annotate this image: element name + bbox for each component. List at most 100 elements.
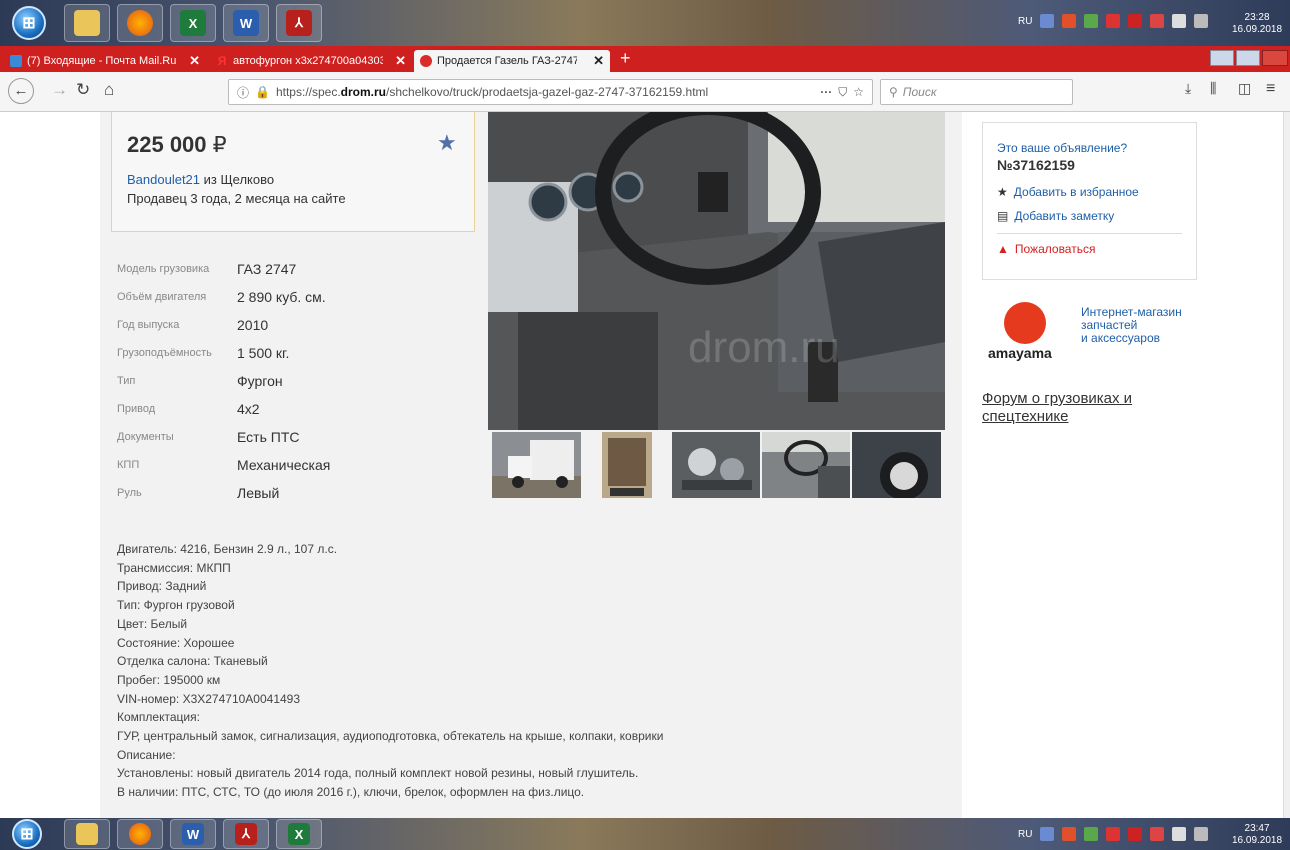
taskbar-firefox-button[interactable] xyxy=(117,4,163,42)
thumbnail-3[interactable] xyxy=(672,432,760,498)
lock-icon: 🔒 xyxy=(255,85,270,99)
browser-nav-bar: ← → ↻ ⌂ ⓘ 🔒 https://spec.drom.ru/shchelk… xyxy=(0,72,1290,112)
spec-row: Объём двигателя 2 890 куб. см. xyxy=(117,283,477,311)
clock-date: 16.09.2018 xyxy=(1232,24,1283,35)
tray-app-icon[interactable] xyxy=(1084,827,1099,841)
downloads-icon[interactable]: ⤓ xyxy=(1185,80,1191,97)
taskbar-word-button[interactable]: W xyxy=(223,4,269,42)
network-icon[interactable] xyxy=(1040,827,1055,841)
description-line: Установлены: новый двигатель 2014 года, … xyxy=(117,766,639,781)
amayama-logo-icon xyxy=(1004,302,1046,344)
tray-app-icon[interactable] xyxy=(1128,14,1143,28)
thumbnail-4[interactable] xyxy=(762,432,850,498)
complain-label: Пожаловаться xyxy=(1014,242,1096,256)
tab-yandex[interactable]: Я автофургон х3х274700а043039 ✕ xyxy=(210,50,412,72)
sidebar-icon[interactable]: ◫ xyxy=(1238,80,1251,97)
start-button[interactable]: ⊞ xyxy=(12,819,42,849)
display-icon[interactable] xyxy=(1172,827,1187,841)
close-window-button[interactable] xyxy=(1262,50,1288,66)
tray-app-icon[interactable] xyxy=(1106,14,1121,28)
taskbar-excel-button[interactable]: X xyxy=(276,819,322,849)
description-line: Описание: xyxy=(117,747,176,762)
tab-drom[interactable]: Продается Газель ГАЗ-2747 - ✕ xyxy=(414,50,610,72)
bookmark-star-icon[interactable]: ☆ xyxy=(853,85,864,99)
language-indicator[interactable]: RU xyxy=(1018,829,1032,840)
spec-row: Руль Левый xyxy=(117,479,477,507)
word-icon: W xyxy=(182,823,204,845)
thumbnail-5[interactable] xyxy=(852,432,941,498)
library-icon[interactable]: ⫼ xyxy=(1210,80,1216,97)
taskbar-explorer-button[interactable] xyxy=(64,4,110,42)
taskbar-word-button[interactable]: W xyxy=(170,819,216,849)
thumbnail-2[interactable] xyxy=(602,432,652,498)
seller-link[interactable]: Bandoulet21 xyxy=(127,172,200,187)
taskbar-acrobat-button[interactable]: ⅄ xyxy=(276,4,322,42)
taskbar-explorer-button[interactable] xyxy=(64,819,110,849)
taskbar-firefox-button[interactable] xyxy=(117,819,163,849)
taskbar-excel-button[interactable]: X xyxy=(170,4,216,42)
acrobat-icon: ⅄ xyxy=(235,823,257,845)
favorite-star-icon[interactable]: ★ xyxy=(437,130,457,156)
url-suffix: /shchelkovo/truck/prodaetsja-gazel-gaz-2… xyxy=(386,85,709,99)
close-tab-icon[interactable]: ✕ xyxy=(189,53,200,69)
yandex-favicon-icon: Я xyxy=(217,54,227,68)
spec-value: Левый xyxy=(237,485,280,501)
amayama-logo: amayama xyxy=(988,345,1052,361)
spec-label: Привод xyxy=(117,403,156,415)
close-tab-icon[interactable]: ✕ xyxy=(395,53,406,69)
display-icon[interactable] xyxy=(1172,14,1187,28)
home-button[interactable]: ⌂ xyxy=(104,80,114,100)
tray-app-icon[interactable] xyxy=(1150,14,1165,28)
taskbar-bottom: ⊞ W ⅄ X RU 23:47 16.09.2018 xyxy=(0,818,1290,850)
system-tray: RU xyxy=(1018,827,1209,841)
scrollbar[interactable] xyxy=(1283,112,1290,818)
back-button[interactable]: ← xyxy=(8,78,34,104)
tray-app-icon[interactable] xyxy=(1106,827,1121,841)
spec-row: Документы Есть ПТС xyxy=(117,423,477,451)
spec-value: 4x2 xyxy=(237,401,260,417)
tray-app-icon[interactable] xyxy=(1062,14,1077,28)
start-button[interactable]: ⊞ xyxy=(12,6,46,40)
close-tab-icon[interactable]: ✕ xyxy=(593,53,604,69)
reload-button[interactable]: ↻ xyxy=(76,80,90,100)
own-ad-link[interactable]: Это ваше объявление? xyxy=(997,141,1182,155)
url-bar[interactable]: ⓘ 🔒 https://spec.drom.ru/shchelkovo/truc… xyxy=(228,79,873,105)
spec-value: 2 890 куб. см. xyxy=(237,289,326,305)
network-icon[interactable] xyxy=(1040,14,1055,28)
search-input[interactable]: ⚲ Поиск xyxy=(880,79,1073,105)
forward-button[interactable]: → xyxy=(51,80,68,100)
clock[interactable]: 23:47 16.09.2018 xyxy=(1232,823,1282,847)
add-note-link[interactable]: ▤ Добавить заметку xyxy=(997,209,1182,223)
volume-icon[interactable] xyxy=(1194,827,1209,841)
volume-icon[interactable] xyxy=(1194,14,1209,28)
tray-app-icon[interactable] xyxy=(1062,827,1077,841)
page-actions-button[interactable]: ··· xyxy=(820,85,832,99)
info-icon[interactable]: ⓘ xyxy=(237,84,249,101)
main-photo[interactable]: drom.ru xyxy=(488,112,945,430)
maximize-button[interactable] xyxy=(1236,50,1260,66)
truck-rear-image xyxy=(602,432,652,498)
amayama-ad[interactable]: amayama Интернет-магазин запчастей и акс… xyxy=(988,302,1208,372)
tray-app-icon[interactable] xyxy=(1084,14,1099,28)
new-tab-button[interactable]: + xyxy=(620,49,631,67)
listing-description: Двигатель: 4216, Бензин 2.9 л., 107 л.с.… xyxy=(117,540,817,802)
forum-link[interactable]: Форум о грузовиках и спецтехнике xyxy=(982,390,1182,426)
pocket-icon[interactable]: ⛉ xyxy=(838,85,847,100)
tray-app-icon[interactable] xyxy=(1128,827,1143,841)
thumbnail-1[interactable] xyxy=(492,432,581,498)
language-indicator[interactable]: RU xyxy=(1018,16,1032,27)
clock[interactable]: 23:28 16.09.2018 xyxy=(1232,12,1282,36)
tray-app-icon[interactable] xyxy=(1150,827,1165,841)
description-line: VIN-номер: X3X274710A0041493 xyxy=(117,691,301,706)
price-box: 225 000 ₽ ★ Bandoulet21 из Щелково Прода… xyxy=(111,112,475,232)
add-favorite-link[interactable]: ★ Добавить в избранное xyxy=(997,185,1182,199)
complain-link[interactable]: ▲ Пожаловаться xyxy=(997,242,1182,256)
menu-icon[interactable]: ≡ xyxy=(1266,80,1275,98)
amayama-text[interactable]: Интернет-магазин запчастей и аксессуаров xyxy=(1081,306,1182,345)
photo-watermark: drom.ru xyxy=(688,323,840,372)
tab-mail[interactable]: (7) Входящие - Почта Mail.Ru ✕ xyxy=(4,50,206,72)
minimize-button[interactable] xyxy=(1210,50,1234,66)
taskbar-acrobat-button[interactable]: ⅄ xyxy=(223,819,269,849)
description-line: ГУР, центральный замок, сигнализация, ау… xyxy=(117,729,664,744)
seller-info: Bandoulet21 из Щелково xyxy=(127,172,274,187)
